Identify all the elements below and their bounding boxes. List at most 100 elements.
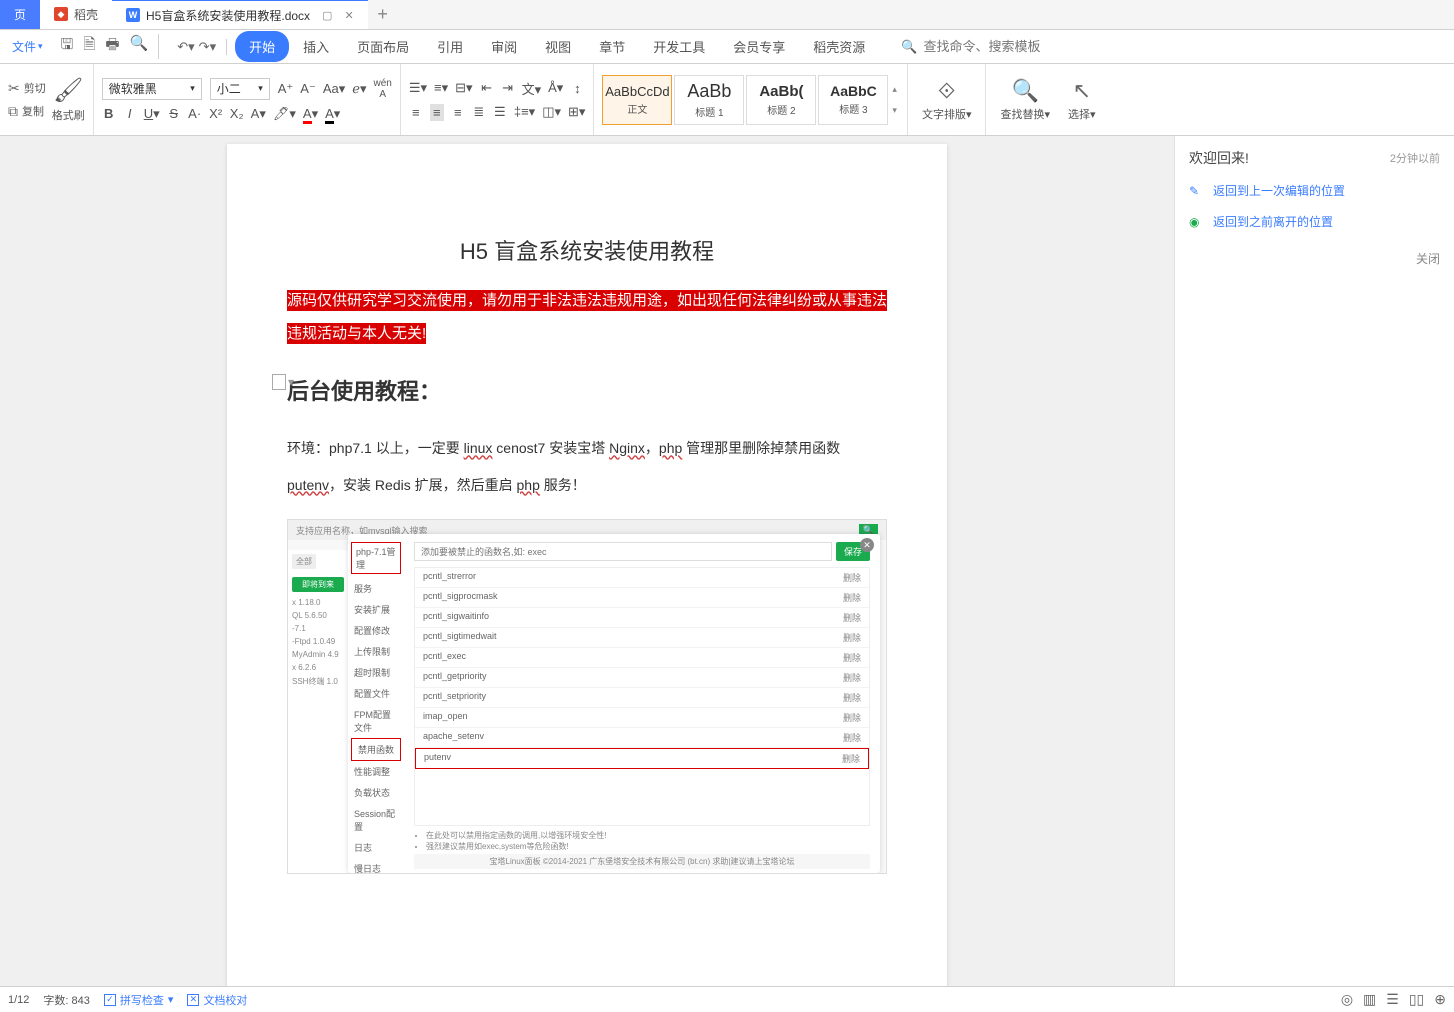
find-replace-button[interactable]: 🔍查找替换▾ — [994, 78, 1056, 122]
fill-icon[interactable]: ◫▾ — [542, 104, 561, 120]
tab-detach-icon[interactable]: ▢ — [322, 9, 332, 22]
outline-view-icon[interactable]: ☰ — [1386, 991, 1399, 1008]
clear-format-icon[interactable]: ℯ▾ — [352, 81, 366, 97]
superscript-icon[interactable]: X² — [209, 106, 223, 121]
magnify-icon: 🔍 — [1012, 78, 1039, 104]
save-as-icon[interactable]: 🗎 — [83, 34, 95, 59]
workspace: ▾ H5 盲盒系统安装使用教程 源码仅供研究学习交流使用，请勿用于非法违法违规用… — [0, 136, 1454, 986]
word-count[interactable]: 字数: 843 — [43, 992, 89, 1008]
font-size-select[interactable]: 小二▾ — [210, 78, 270, 100]
save-icon[interactable]: 🖫 — [61, 34, 74, 59]
document-tab[interactable]: W H5盲盒系统安装使用教程.docx ▢ ✕ — [112, 0, 368, 29]
tab-close-icon[interactable]: ✕ — [344, 9, 353, 22]
increase-indent-icon[interactable]: ⇥ — [501, 80, 515, 96]
align-right-icon[interactable]: ≡ — [451, 105, 465, 120]
menu-bar: 文件▾ 🖫 🗎 🖶 🔍 ↶▾ ↷▾ 开始 插入 页面布局 引用 审阅 视图 章节… — [0, 30, 1454, 64]
scissors-icon: ✂ — [8, 80, 20, 97]
align-left-icon[interactable]: ≡ — [409, 105, 423, 120]
grow-font-icon[interactable]: A⁺ — [278, 81, 294, 97]
tab-chapter[interactable]: 章节 — [585, 31, 639, 62]
subscript-icon[interactable]: X₂ — [230, 106, 244, 121]
tab-dev[interactable]: 开发工具 — [639, 31, 719, 62]
numbering-icon[interactable]: ≡▾ — [434, 80, 448, 96]
styles-up-icon[interactable]: ▴ — [892, 84, 897, 95]
shading-icon[interactable]: A▾ — [325, 106, 340, 122]
align-toggle-icon[interactable]: Å▾ — [548, 80, 563, 96]
tab-insert[interactable]: 插入 — [289, 31, 343, 62]
shot-modal: ✕ php-7.1管理 服务 安装扩展 配置修改 上传限制 超时限制 配置文件 … — [348, 534, 880, 873]
typeset-button[interactable]: ⟐文字排版▾ — [916, 78, 978, 122]
italic-icon[interactable]: I — [123, 106, 137, 121]
tab-start[interactable]: 开始 — [235, 31, 289, 62]
multilevel-icon[interactable]: ⊟▾ — [455, 80, 472, 96]
text-direction-icon[interactable]: 文▾ — [522, 79, 542, 98]
decrease-indent-icon[interactable]: ⇤ — [480, 80, 494, 96]
pane-close[interactable]: 关闭 — [1189, 250, 1440, 267]
emphasis-icon[interactable]: A· — [188, 106, 202, 121]
format-painter-button[interactable]: 🖌格式刷 — [52, 76, 85, 123]
modal-sidebar: php-7.1管理 服务 安装扩展 配置修改 上传限制 超时限制 配置文件 FP… — [348, 534, 404, 873]
web-view-icon[interactable]: ⊕ — [1434, 991, 1446, 1008]
change-case-icon[interactable]: Aa▾ — [323, 81, 345, 97]
line-spacing-icon[interactable]: ‡≡▾ — [514, 104, 535, 120]
new-tab-button[interactable]: + — [368, 0, 398, 29]
copy-button[interactable]: ⧉复制 — [8, 103, 46, 120]
search-input[interactable] — [923, 39, 1083, 54]
welcome-title: 欢迎回来! — [1189, 148, 1249, 168]
spellcheck-toggle[interactable]: ✓拼写检查 ▾ — [104, 992, 174, 1008]
status-bar: 1/12 字数: 843 ✓拼写检查 ▾ ✕文档校对 ◎ ▥ ☰ ▯▯ ⊕ — [0, 986, 1454, 1012]
title-tab-bar: 页 ◆ 稻壳 W H5盲盒系统安装使用教程.docx ▢ ✕ + — [0, 0, 1454, 30]
highlight-icon[interactable]: 🖊▾ — [273, 106, 296, 122]
section-marker[interactable]: ▾ — [272, 374, 294, 390]
font-name-select[interactable]: 微软雅黑▾ — [102, 78, 202, 100]
tab-member[interactable]: 会员专享 — [719, 31, 799, 62]
search-icon: 🔍 — [901, 39, 917, 55]
eye-icon: ◉ — [1189, 215, 1203, 229]
select-button[interactable]: ↖选择▾ — [1062, 78, 1102, 122]
style-h3[interactable]: AaBbC标题 3 — [818, 75, 888, 125]
read-view-icon[interactable]: ▯▯ — [1409, 991, 1424, 1008]
redo-icon[interactable]: ↷▾ — [199, 39, 216, 55]
strike-icon[interactable]: S — [167, 106, 181, 121]
bold-icon[interactable]: B — [102, 106, 116, 121]
return-last-left[interactable]: ◉ 返回到之前离开的位置 — [1189, 213, 1440, 230]
document-canvas[interactable]: ▾ H5 盲盒系统安装使用教程 源码仅供研究学习交流使用，请勿用于非法违法违规用… — [0, 136, 1174, 986]
border-icon[interactable]: ⊞▾ — [568, 104, 585, 120]
tab-layout[interactable]: 页面布局 — [343, 31, 423, 62]
cut-button[interactable]: ✂剪切 — [8, 80, 46, 97]
text-effect-icon[interactable]: A▾ — [251, 106, 266, 122]
bullets-icon[interactable]: ☰▾ — [409, 80, 427, 96]
home-tab[interactable]: 页 — [0, 0, 40, 29]
tab-view[interactable]: 视图 — [531, 31, 585, 62]
distributed-icon[interactable]: ☰ — [493, 104, 507, 120]
style-normal[interactable]: AaBbCcDd正文 — [602, 75, 672, 125]
align-justify-icon[interactable]: ≣ — [472, 104, 486, 120]
return-last-edit[interactable]: ✎ 返回到上一次编辑的位置 — [1189, 182, 1440, 199]
page-view-icon[interactable]: ▥ — [1363, 991, 1376, 1008]
preview-icon[interactable]: 🔍 — [130, 34, 149, 59]
style-h1[interactable]: AaBb标题 1 — [674, 75, 744, 125]
shrink-font-icon[interactable]: A⁻ — [300, 81, 316, 97]
eye-mode-icon[interactable]: ◎ — [1341, 991, 1353, 1008]
undo-redo: ↶▾ ↷▾ — [167, 39, 227, 55]
font-color-icon[interactable]: A▾ — [303, 106, 318, 122]
phonetic-icon[interactable]: wénA — [373, 78, 391, 100]
page-indicator[interactable]: 1/12 — [8, 994, 29, 1006]
page: ▾ H5 盲盒系统安装使用教程 源码仅供研究学习交流使用，请勿用于非法违法违规用… — [227, 144, 947, 986]
undo-icon[interactable]: ↶▾ — [177, 39, 194, 55]
proofread-toggle[interactable]: ✕文档校对 — [187, 992, 247, 1008]
tab-review[interactable]: 审阅 — [477, 31, 531, 62]
print-icon[interactable]: 🖶 — [105, 34, 119, 59]
tab-daoqiao-res[interactable]: 稻壳资源 — [799, 31, 879, 62]
sort-icon[interactable]: ↕ — [570, 81, 584, 96]
modal-footer: 宝塔Linux面板 ©2014-2021 广东堡塔安全技术有限公司 (bt.cn… — [414, 854, 870, 869]
typeset-icon: ⟐ — [938, 78, 955, 104]
style-h2[interactable]: AaBb(标题 2 — [746, 75, 816, 125]
daoqiao-tab[interactable]: ◆ 稻壳 — [40, 0, 112, 29]
command-search[interactable]: 🔍 — [901, 39, 1083, 55]
file-menu[interactable]: 文件▾ — [6, 34, 49, 59]
align-center-icon[interactable]: ≡ — [430, 104, 444, 121]
tab-ref[interactable]: 引用 — [423, 31, 477, 62]
underline-icon[interactable]: U▾ — [144, 106, 160, 122]
styles-down-icon[interactable]: ▾ — [892, 105, 897, 116]
